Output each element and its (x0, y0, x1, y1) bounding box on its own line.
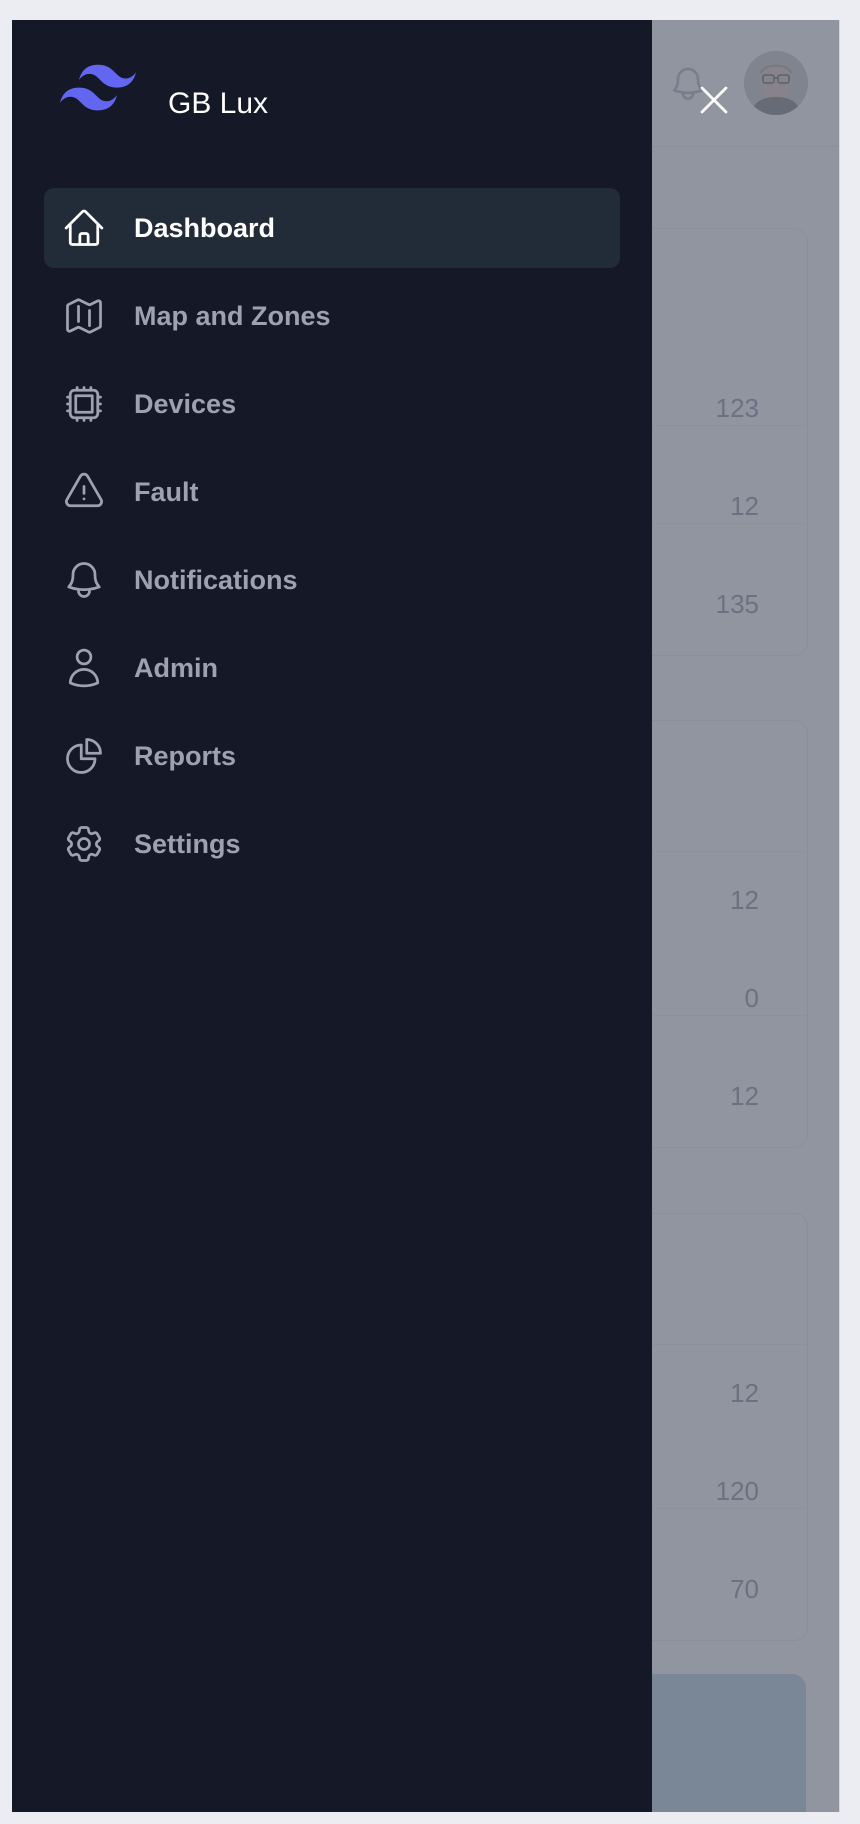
warning-triangle-icon (65, 472, 103, 508)
sidebar-item-dashboard[interactable]: Dashboard (44, 188, 620, 268)
sidebar-item-label: Reports (134, 740, 237, 771)
sidebar-item-fault[interactable]: Fault (44, 452, 620, 532)
home-icon (64, 209, 104, 246)
sidebar-item-reports[interactable]: Reports (44, 716, 620, 796)
sidebar-item-label: Settings (134, 828, 241, 859)
sidebar-item-label: Dashboard (134, 212, 276, 243)
brand-logo-icon (60, 64, 136, 111)
sidebar-item-label: Devices (134, 388, 237, 419)
sidebar-item-devices[interactable]: Devices (44, 364, 620, 444)
app-window: 123 12 135 12 0 12 12 120 70 GB Lux (12, 20, 840, 1812)
app-name: GB Lux (168, 87, 269, 120)
sidebar-item-label: Admin (134, 652, 218, 683)
sidebar-item-label: Notifications (134, 564, 298, 595)
sidebar-nav: Dashboard Map and Zones Devices Fault No… (44, 188, 620, 892)
map-icon (66, 298, 102, 334)
pie-chart-icon (66, 738, 102, 774)
sidebar-item-admin[interactable]: Admin (44, 628, 620, 708)
cpu-chip-icon (66, 386, 102, 422)
sidebar-item-notifications[interactable]: Notifications (44, 540, 620, 620)
sidebar-item-settings[interactable]: Settings (44, 804, 620, 884)
sidebar-item-label: Fault (134, 476, 199, 507)
close-icon[interactable] (696, 82, 732, 118)
user-icon (68, 648, 100, 688)
sidebar-drawer: GB Lux Dashboard Map and Zones Devices F… (12, 20, 652, 1812)
sidebar-item-map-and-zones[interactable]: Map and Zones (44, 276, 620, 356)
gear-icon (66, 826, 102, 862)
bell-icon (67, 562, 101, 598)
window-edge (839, 20, 840, 1812)
sidebar-item-label: Map and Zones (134, 300, 331, 331)
